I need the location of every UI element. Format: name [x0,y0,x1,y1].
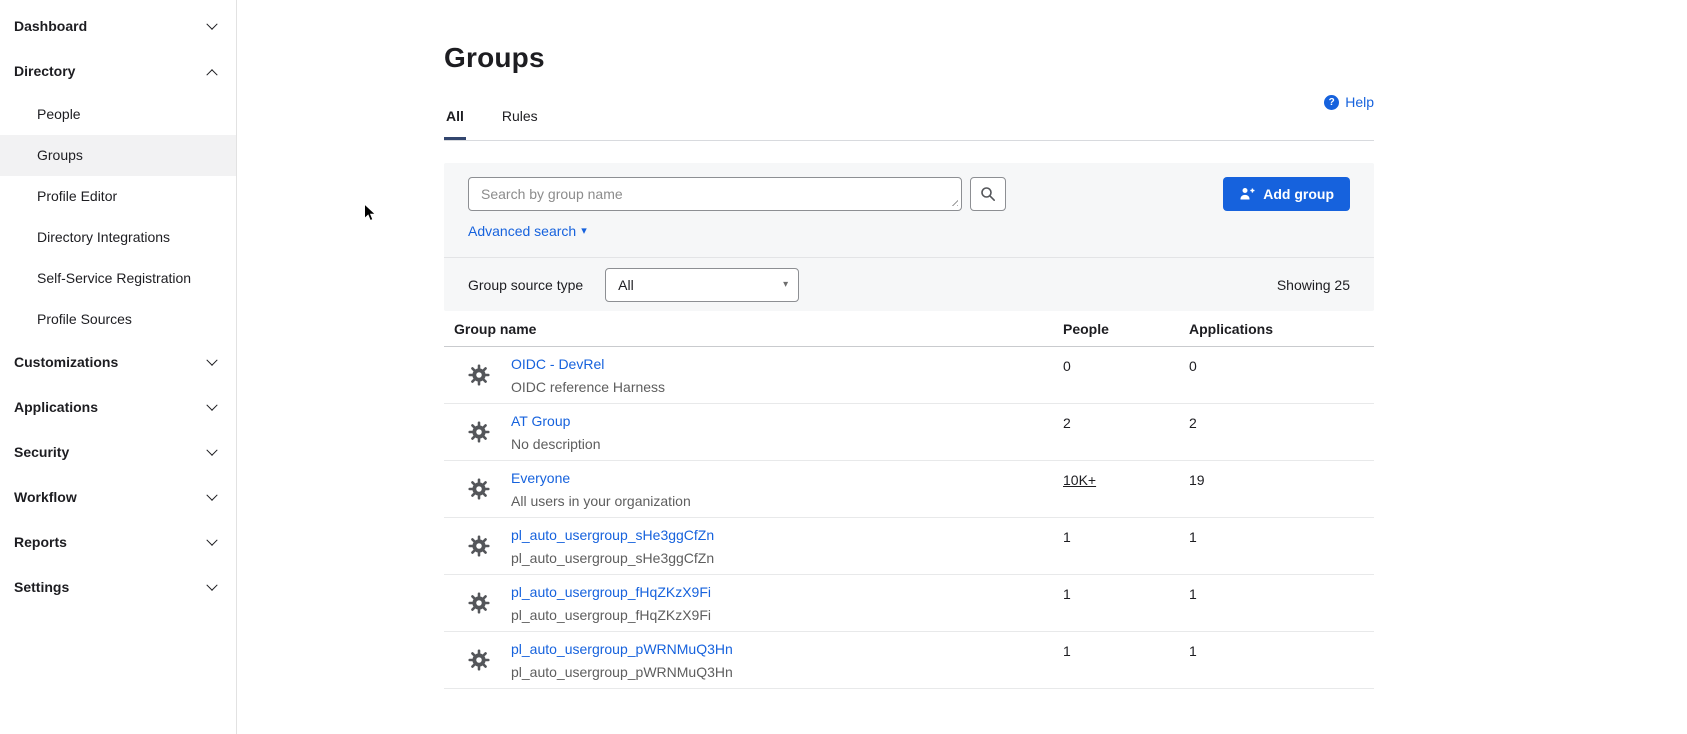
main-area: Groups ? Help All Rules [238,0,1687,734]
group-gear-icon [468,364,490,386]
table-row: Everyone All users in your organization … [444,461,1374,518]
sidebar-item-reports[interactable]: Reports [0,520,236,565]
sidebar-item-label: Settings [14,579,69,596]
sidebar-item-security[interactable]: Security [0,430,236,475]
applications-count: 19 [1189,461,1374,517]
table-row: pl_auto_usergroup_fHqZKzX9Fi pl_auto_use… [444,575,1374,632]
group-description: pl_auto_usergroup_pWRNMuQ3Hn [511,664,1063,680]
chevron-down-icon [206,489,217,500]
people-count-link[interactable]: 10K+ [1063,472,1096,488]
showing-count: Showing 25 [1277,277,1350,293]
people-count: 2 [1063,404,1189,460]
column-header-group-name: Group name [444,321,1063,337]
column-header-people: People [1063,321,1189,337]
sidebar-item-label: Directory [14,63,75,80]
chevron-down-icon [206,18,217,29]
applications-count: 1 [1189,632,1374,688]
help-label: Help [1345,94,1374,110]
group-description: pl_auto_usergroup_sHe3ggCfZn [511,550,1063,566]
table-header-row: Group name People Applications [444,311,1374,347]
sidebar-item-self-service-registration[interactable]: Self-Service Registration [0,258,236,299]
sidebar-item-settings[interactable]: Settings [0,565,236,610]
chevron-down-icon [206,534,217,545]
table-row: pl_auto_usergroup_sHe3ggCfZn pl_auto_use… [444,518,1374,575]
sidebar-item-dashboard[interactable]: Dashboard [0,4,236,49]
group-source-type-select[interactable]: All ▾ [605,268,799,302]
group-gear-icon [468,535,490,557]
applications-count: 2 [1189,404,1374,460]
group-description: No description [511,436,1063,452]
help-info-icon: ? [1324,95,1339,110]
page-title: Groups [444,42,1374,74]
filter-bar: Group source type All ▾ Showing 25 [444,257,1374,311]
group-name-link[interactable]: pl_auto_usergroup_sHe3ggCfZn [511,527,714,543]
applications-count: 1 [1189,575,1374,631]
sidebar-item-label: Workflow [14,489,77,506]
chevron-down-icon [206,579,217,590]
sidebar-item-applications[interactable]: Applications [0,385,236,430]
group-name-link[interactable]: AT Group [511,413,570,429]
chevron-down-icon [206,399,217,410]
search-panel: Add group Advanced search ▾ Group source… [444,163,1374,311]
caret-down-icon: ▾ [783,280,788,290]
sidebar-item-profile-sources[interactable]: Profile Sources [0,299,236,340]
add-group-button[interactable]: Add group [1223,177,1350,211]
groups-table: Group name People Applications [444,311,1374,689]
chevron-down-icon [206,444,217,455]
sidebar-item-people[interactable]: People [0,94,236,135]
tabs: All Rules [444,108,1374,141]
group-gear-icon [468,421,490,443]
group-gear-icon [468,592,490,614]
group-description: OIDC reference Harness [511,379,1063,395]
sidebar-item-label: Security [14,444,69,461]
people-count: 0 [1063,347,1189,403]
user-plus-icon [1239,186,1255,202]
group-name-link[interactable]: pl_auto_usergroup_pWRNMuQ3Hn [511,641,733,657]
table-row: OIDC - DevRel OIDC reference Harness 0 0 [444,347,1374,404]
sidebar-item-label: Dashboard [14,18,87,35]
sidebar-item-label: Customizations [14,354,118,371]
chevron-down-icon [206,354,217,365]
sidebar-item-groups[interactable]: Groups [0,135,236,176]
search-button[interactable] [970,177,1006,211]
group-source-type-label: Group source type [468,277,583,293]
table-row: AT Group No description 2 2 [444,404,1374,461]
people-count: 1 [1063,575,1189,631]
search-section: Add group Advanced search ▾ [444,163,1374,257]
applications-count: 1 [1189,518,1374,574]
chevron-up-icon [206,69,217,80]
tab-all[interactable]: All [444,108,466,140]
people-count: 1 [1063,632,1189,688]
column-header-applications: Applications [1189,321,1374,337]
advanced-search-label: Advanced search [468,223,576,239]
people-count: 1 [1063,518,1189,574]
search-icon [980,186,996,202]
sidebar-item-label: Applications [14,399,98,416]
add-group-label: Add group [1263,186,1334,202]
help-link[interactable]: ? Help [1324,94,1374,110]
applications-count: 0 [1189,347,1374,403]
sidebar-item-directory-integrations[interactable]: Directory Integrations [0,217,236,258]
table-row: pl_auto_usergroup_pWRNMuQ3Hn pl_auto_use… [444,632,1374,689]
sidebar-item-profile-editor[interactable]: Profile Editor [0,176,236,217]
sidebar-item-label: Reports [14,534,67,551]
sidebar-item-workflow[interactable]: Workflow [0,475,236,520]
caret-down-icon: ▾ [581,226,587,237]
group-name-link[interactable]: pl_auto_usergroup_fHqZKzX9Fi [511,584,711,600]
sidebar-item-customizations[interactable]: Customizations [0,340,236,385]
sidebar-item-directory[interactable]: Directory [0,49,236,94]
group-gear-icon [468,649,490,671]
group-gear-icon [468,478,490,500]
group-description: All users in your organization [511,493,1063,509]
sidebar: Dashboard Directory People Groups Profil… [0,0,237,734]
tab-rules[interactable]: Rules [500,108,540,140]
group-search-input[interactable] [468,177,962,211]
group-name-link[interactable]: Everyone [511,470,570,486]
group-name-link[interactable]: OIDC - DevRel [511,356,604,372]
group-source-type-value: All [618,277,634,293]
group-description: pl_auto_usergroup_fHqZKzX9Fi [511,607,1063,623]
advanced-search-link[interactable]: Advanced search ▾ [468,223,587,239]
